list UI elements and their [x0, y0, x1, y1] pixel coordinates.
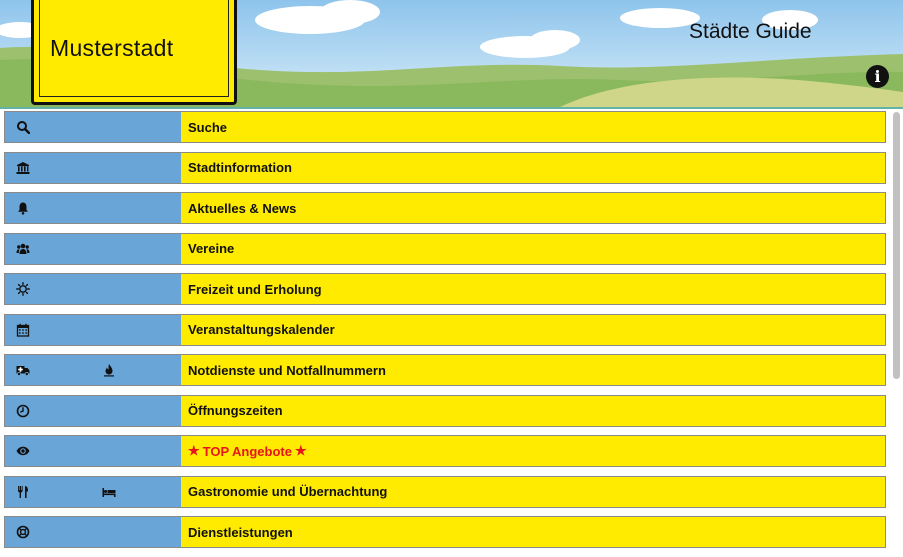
menu-item-aktuelles-news[interactable]: Aktuelles & News — [4, 192, 886, 224]
menu-item-icon-cell — [5, 274, 181, 304]
menu-item-freizeit-und-erholung[interactable]: Freizeit und Erholung — [4, 273, 886, 305]
search-icon — [16, 120, 30, 134]
menu-item-icon-cell — [5, 233, 181, 264]
menu-item-label: Aktuelles & News — [181, 193, 885, 223]
menu-item-dienstleistungen[interactable]: Dienstleistungen — [4, 516, 886, 548]
menu-item-veranstaltungskalender[interactable]: Veranstaltungskalender — [4, 313, 886, 346]
menu-item-gastronomie[interactable]: Gastronomie und Übernachtung — [4, 475, 886, 508]
menu-item-notdienste[interactable]: Notdienste und Notfallnummern — [4, 354, 886, 386]
menu-item-icon-cell — [5, 395, 181, 426]
menu-item-label-highlight: ★ TOP Angebote ★ — [181, 436, 885, 466]
clock-icon — [16, 404, 30, 418]
menu-item-top-angebote[interactable]: ★ TOP Angebote ★ — [4, 435, 886, 467]
cutlery-icon — [16, 485, 30, 499]
menu-item-suche[interactable]: Suche — [4, 111, 886, 143]
menu-item-label: Stadtinformation — [181, 152, 885, 183]
fire-icon — [102, 363, 116, 377]
star-icon: ★ — [188, 443, 200, 458]
sun-icon — [16, 282, 30, 296]
town-sign: Musterstadt — [31, 0, 237, 105]
menu-item-label: Vereine — [181, 233, 885, 264]
menu-item-icon-cell — [5, 517, 181, 547]
menu-item-label: Suche — [181, 112, 885, 142]
menu-item-label: Dienstleistungen — [181, 517, 885, 547]
menu-item-stadtinformation[interactable]: Stadtinformation — [4, 151, 886, 184]
scrollbar[interactable] — [890, 111, 903, 541]
town-name: Musterstadt — [50, 35, 174, 61]
menu-item-icon-cell — [5, 314, 181, 345]
scrollbar-thumb[interactable] — [893, 112, 900, 379]
menu-item-icon-cell — [5, 152, 181, 183]
calendar-icon — [16, 323, 30, 337]
menu-item-icon-cell — [5, 476, 181, 507]
menu-item-label: Notdienste und Notfallnummern — [181, 355, 885, 385]
header-banner: Musterstadt Städte Guide i — [0, 0, 903, 109]
menu-item-vereine[interactable]: Vereine — [4, 232, 886, 265]
users-icon — [16, 242, 30, 256]
main-menu: Suche Stadtinformation Aktuelles & News … — [4, 111, 886, 557]
lifebuoy-icon — [16, 525, 30, 539]
menu-item-label: Gastronomie und Übernachtung — [181, 476, 885, 507]
bank-icon — [16, 161, 30, 175]
menu-item-icon-cell — [5, 112, 181, 142]
bell-icon — [16, 201, 30, 215]
menu-item-icon-cell — [5, 193, 181, 223]
eye-icon — [16, 444, 30, 458]
menu-item-label: Öffnungszeiten — [181, 395, 885, 426]
menu-item-icon-cell — [5, 355, 181, 385]
menu-item-label: TOP Angebote — [202, 443, 292, 459]
app-title: Städte Guide — [689, 20, 812, 43]
menu-item-oeffnungszeiten[interactable]: Öffnungszeiten — [4, 394, 886, 427]
ambulance-icon — [16, 363, 30, 377]
bed-icon — [102, 485, 116, 499]
menu-item-label: Freizeit und Erholung — [181, 274, 885, 304]
star-icon: ★ — [294, 443, 307, 458]
info-icon[interactable]: i — [866, 65, 889, 88]
menu-item-icon-cell — [5, 436, 181, 466]
menu-item-label: Veranstaltungskalender — [181, 314, 885, 345]
